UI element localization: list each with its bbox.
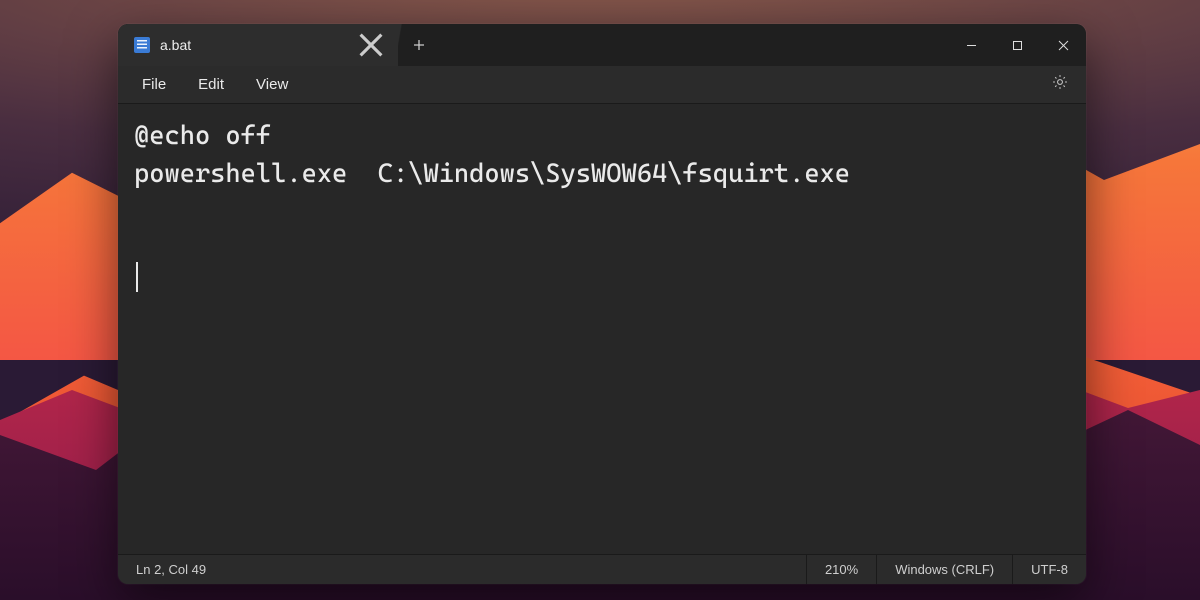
maximize-button[interactable] [994,24,1040,66]
menubar: File Edit View [118,66,1086,104]
minimize-button[interactable] [948,24,994,66]
status-encoding[interactable]: UTF-8 [1012,555,1086,584]
close-window-button[interactable] [1040,24,1086,66]
statusbar: Ln 2, Col 49 210% Windows (CRLF) UTF-8 [118,554,1086,584]
text-cursor [136,262,138,292]
notepad-window: a.bat File Edit View [118,24,1086,584]
code-line-1: @echo off [134,121,271,151]
menu-file[interactable]: File [128,70,180,99]
status-eol[interactable]: Windows (CRLF) [876,555,1012,584]
close-tab-button[interactable] [358,32,384,58]
status-position[interactable]: Ln 2, Col 49 [118,555,224,584]
settings-button[interactable] [1044,69,1076,101]
text-editor[interactable]: @echo off powershell.exe C:\Windows\SysW… [118,104,1086,554]
titlebar[interactable]: a.bat [118,24,1086,66]
desktop-wallpaper: a.bat File Edit View [0,0,1200,600]
file-tab[interactable]: a.bat [118,24,398,66]
code-line-2: powershell.exe C:\Windows\SysWOW64\fsqui… [134,159,850,189]
menu-edit[interactable]: Edit [184,70,238,99]
menu-view[interactable]: View [242,70,302,99]
notepad-icon [134,37,150,53]
gear-icon [1051,73,1069,96]
tab-title: a.bat [160,37,348,53]
status-zoom[interactable]: 210% [806,555,876,584]
